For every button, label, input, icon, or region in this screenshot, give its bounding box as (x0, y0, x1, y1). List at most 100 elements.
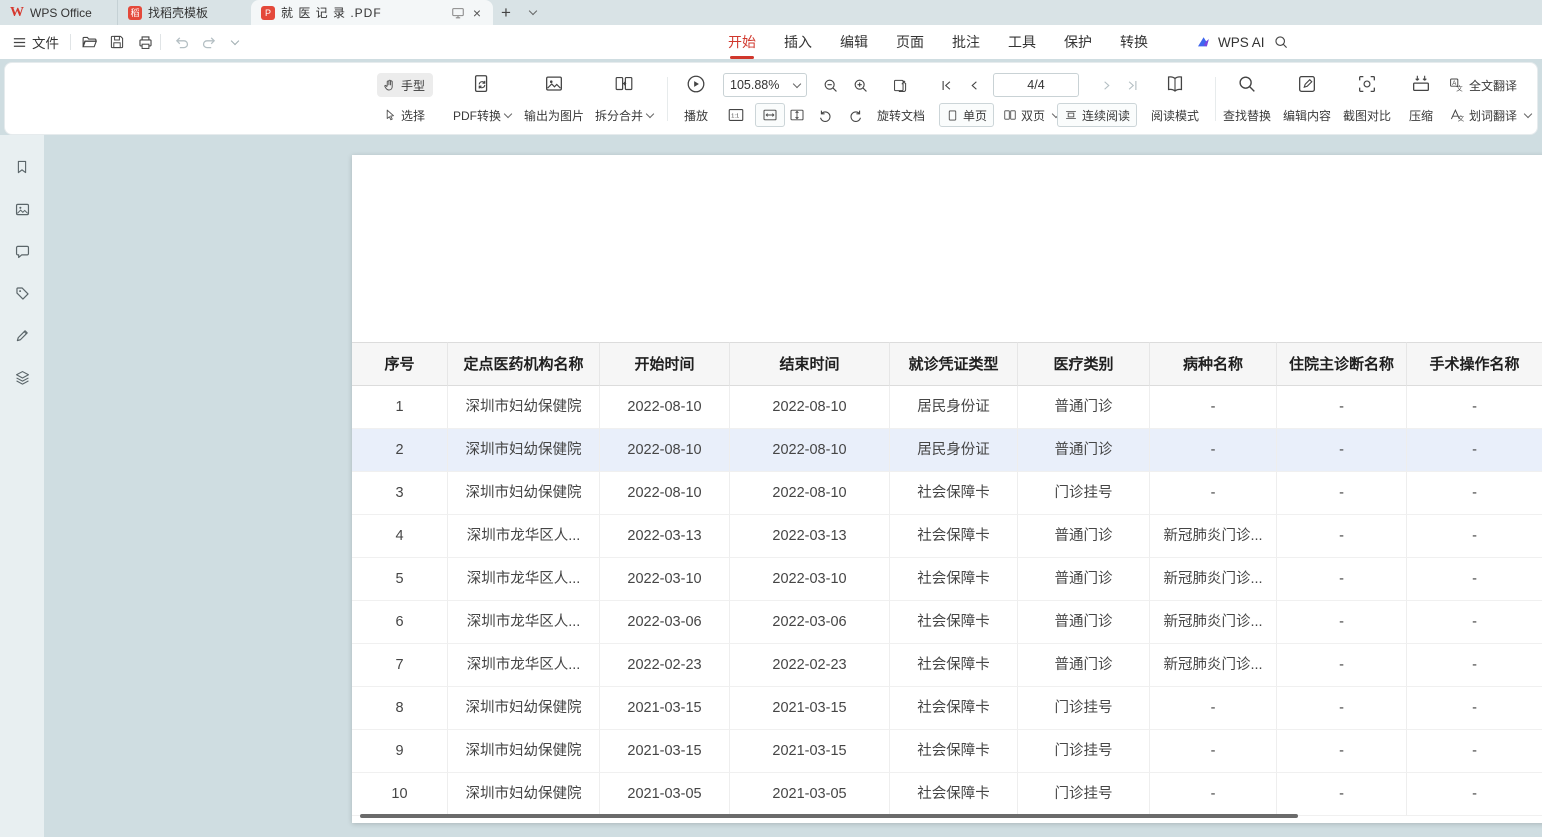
table-cell: 新冠肺炎门诊... (1150, 644, 1277, 687)
continuous-read-button[interactable]: 连续阅读 (1057, 103, 1137, 127)
table-cell: 深圳市龙华区人... (448, 644, 600, 687)
divider (160, 34, 161, 50)
rotate-left-icon (817, 107, 834, 124)
file-menu-button[interactable]: 文件 (12, 25, 59, 59)
zoom-level-select[interactable]: 105.88% (723, 73, 807, 97)
table-cell: - (1407, 644, 1542, 687)
book-icon (1164, 73, 1186, 95)
bookmarks-panel-button[interactable] (12, 157, 32, 177)
horizontal-scrollbar[interactable] (360, 814, 1298, 818)
table-cell: 普通门诊 (1018, 429, 1150, 472)
double-page-button[interactable]: 双页 (997, 103, 1065, 127)
table-cell: 6 (352, 601, 448, 644)
document-area[interactable]: 序号 定点医药机构名称 开始时间 结束时间 就诊凭证类型 医疗类别 病种名称 住… (44, 135, 1542, 837)
undo-history-chevron-icon[interactable] (222, 31, 244, 53)
find-replace-label: 查找替换 (1223, 107, 1271, 124)
split-merge-button[interactable]: 拆分合并 (591, 70, 657, 129)
print-button[interactable] (134, 31, 156, 53)
zoom-out-button[interactable] (819, 75, 841, 95)
compress-label: 压缩 (1409, 107, 1433, 124)
table-cell: - (1277, 773, 1407, 816)
close-tab-icon[interactable]: × (471, 5, 483, 21)
comment-icon (14, 243, 31, 260)
screenshot-compare-label: 截图对比 (1343, 107, 1391, 124)
wps-ai-button[interactable]: WPS AI (1196, 25, 1265, 59)
ribbon-tab-tools[interactable]: 工具 (1008, 25, 1036, 59)
undo-icon (173, 34, 190, 51)
tab-wps-office-label: WPS Office (30, 6, 92, 20)
column-header: 病种名称 (1150, 342, 1277, 386)
find-replace-button[interactable]: 查找替换 (1217, 70, 1277, 129)
zoom-in-button[interactable] (849, 75, 871, 95)
next-page-button[interactable] (1095, 75, 1117, 95)
ribbon-tab-edit[interactable]: 编辑 (840, 25, 868, 59)
word-translate-button[interactable]: 文 划词翻译 (1449, 103, 1531, 127)
layers-panel-button[interactable] (12, 367, 32, 387)
table-cell: - (1407, 687, 1542, 730)
undo-button[interactable] (170, 31, 192, 53)
monitor-icon[interactable] (451, 6, 465, 20)
page-number-input[interactable]: 4/4 (993, 73, 1079, 97)
ribbon-tab-insert[interactable]: 插入 (784, 25, 812, 59)
single-page-button[interactable]: 单页 (939, 103, 994, 127)
table-cell: - (1407, 558, 1542, 601)
rotate-left-button[interactable] (817, 103, 834, 127)
comments-panel-button[interactable] (12, 241, 32, 261)
full-translate-button[interactable]: A文 全文翻译 (1449, 73, 1517, 97)
column-header: 医疗类别 (1018, 342, 1150, 386)
open-file-button[interactable] (78, 31, 100, 53)
table-cell: - (1150, 429, 1277, 472)
table-cell: 普通门诊 (1018, 515, 1150, 558)
ribbon-tab-page[interactable]: 页面 (896, 25, 924, 59)
rotate-right-button[interactable] (847, 103, 864, 127)
table-header-row: 序号 定点医药机构名称 开始时间 结束时间 就诊凭证类型 医疗类别 病种名称 住… (352, 342, 1542, 386)
redo-button[interactable] (198, 31, 220, 53)
table-cell: 5 (352, 558, 448, 601)
table-cell: 2021-03-15 (730, 687, 890, 730)
table-cell: 2022-08-10 (730, 472, 890, 515)
word-translate-icon: 文 (1449, 107, 1465, 123)
new-tab-button[interactable]: + (493, 0, 519, 25)
play-button[interactable]: 播放 (673, 70, 719, 129)
hand-tool-button[interactable]: 手型 (377, 73, 433, 97)
fit-page-button[interactable] (789, 103, 805, 127)
actual-size-button[interactable]: 1:1 (727, 103, 745, 127)
word-translate-label: 划词翻译 (1469, 107, 1517, 124)
fit-width-button[interactable] (755, 103, 785, 127)
last-page-button[interactable] (1121, 75, 1143, 95)
menu-search-button[interactable] (1270, 31, 1292, 53)
screenshot-compare-button[interactable]: 截图对比 (1337, 70, 1397, 129)
export-image-button[interactable]: 输出为图片 (519, 70, 589, 129)
pdf-convert-label: PDF转换 (453, 107, 501, 124)
table-cell: 深圳市妇幼保健院 (448, 472, 600, 515)
ribbon-tab-convert[interactable]: 转换 (1120, 25, 1148, 59)
annotate-panel-button[interactable] (12, 325, 32, 345)
ribbon-tab-home[interactable]: 开始 (728, 25, 756, 59)
zoom-in-icon (852, 77, 869, 94)
edit-content-button[interactable]: 编辑内容 (1277, 70, 1337, 129)
ribbon-tab-comment[interactable]: 批注 (952, 25, 980, 59)
single-page-icon (946, 109, 959, 122)
rotate-document-button[interactable]: 旋转文档 (877, 103, 925, 127)
save-button[interactable] (106, 31, 128, 53)
table-cell: 2021-03-15 (600, 730, 730, 773)
read-mode-button[interactable]: 阅读模式 (1143, 70, 1207, 129)
column-header: 定点医药机构名称 (448, 342, 600, 386)
tab-docer-templates[interactable]: 稻 找稻壳模板 (117, 0, 251, 25)
first-page-button[interactable] (935, 75, 957, 95)
select-tool-button[interactable]: 选择 (377, 103, 431, 127)
zoom-level-value: 105.88% (730, 78, 779, 92)
tags-panel-button[interactable] (12, 283, 32, 303)
new-window-view-button[interactable] (889, 75, 911, 95)
tab-wps-office[interactable]: W WPS Office (0, 0, 117, 25)
pdf-convert-button[interactable]: PDF转换 (449, 70, 515, 129)
tab-list-chevron-icon[interactable] (519, 0, 543, 25)
tab-document[interactable]: P 就 医 记 录 .PDF × (251, 0, 493, 25)
compress-button[interactable]: 压缩 (1397, 70, 1445, 129)
thumbnails-panel-button[interactable] (12, 199, 32, 219)
table-cell: 2022-08-10 (600, 472, 730, 515)
toolbar: 手型 选择 PDF转换 输出为图片 拆分合并 播放 105.88% (4, 62, 1538, 135)
previous-page-button[interactable] (963, 75, 985, 95)
save-icon (109, 34, 125, 50)
ribbon-tab-protect[interactable]: 保护 (1064, 25, 1092, 59)
